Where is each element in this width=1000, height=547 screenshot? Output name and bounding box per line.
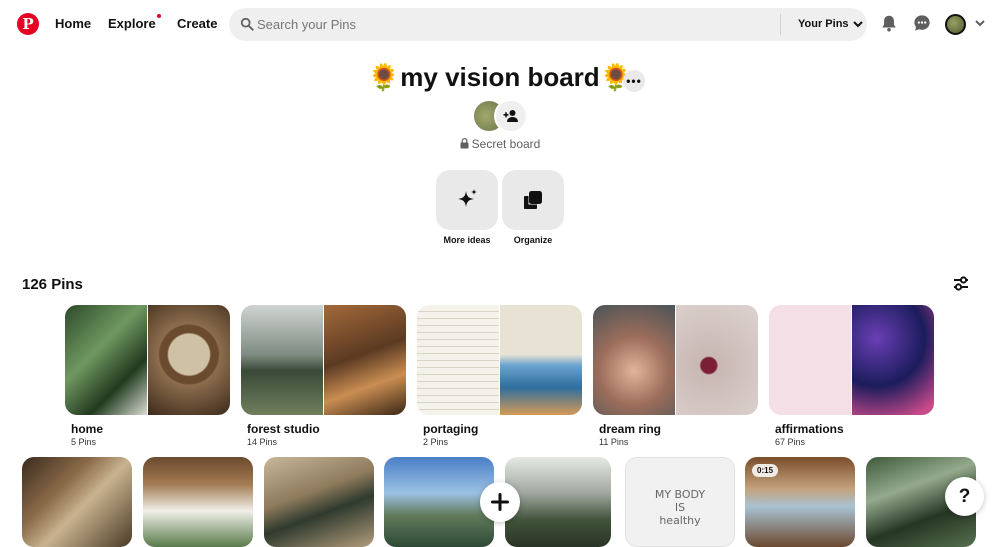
section-cover	[769, 305, 934, 415]
more-options-icon: •••	[626, 74, 642, 88]
help-icon: ?	[958, 485, 971, 507]
search-divider	[780, 14, 781, 35]
video-pin-card[interactable]: 0:15	[745, 457, 855, 547]
notifications-bell-icon[interactable]	[880, 14, 898, 32]
filter-settings-icon[interactable]	[953, 276, 969, 291]
sparkle-icon	[458, 189, 477, 207]
search-scope-label: Your Pins	[798, 18, 849, 30]
pin-card[interactable]	[384, 457, 494, 547]
organize-icon	[524, 191, 542, 209]
section-pin-count: 2 Pins	[423, 437, 449, 447]
board-section-forest-studio[interactable]: forest studio 14 Pins	[241, 305, 406, 447]
section-name: forest studio	[247, 422, 320, 436]
messages-icon[interactable]	[913, 14, 931, 32]
nav-explore[interactable]: Explore	[108, 14, 161, 31]
video-duration-badge: 0:15	[752, 464, 779, 477]
organize-label: Organize	[513, 235, 553, 245]
notification-dot	[156, 14, 161, 18]
section-name: home	[71, 422, 104, 436]
add-person-icon	[503, 110, 518, 122]
pinterest-logo-icon[interactable]: P	[17, 13, 39, 35]
privacy-label: Secret board	[471, 137, 541, 151]
section-cover	[593, 305, 758, 415]
chevron-down-icon	[852, 21, 863, 28]
search-scope-dropdown[interactable]: Your Pins	[798, 18, 863, 30]
section-cover	[65, 305, 230, 415]
plus-icon	[491, 493, 509, 511]
board-section-affirmations[interactable]: affirmations 67 Pins	[769, 305, 934, 447]
board-options-button[interactable]: •••	[623, 70, 645, 92]
pins-count: 126 Pins	[22, 276, 83, 293]
search-input[interactable]	[257, 8, 777, 41]
privacy-status: Secret board	[0, 137, 1000, 151]
pin-card[interactable]	[505, 457, 611, 547]
add-pin-button[interactable]	[480, 482, 520, 522]
organize-button[interactable]	[502, 170, 564, 230]
section-pin-count: 11 Pins	[599, 437, 629, 447]
section-name: affirmations	[775, 422, 844, 436]
section-name: portaging	[423, 422, 479, 436]
pin-card[interactable]	[143, 457, 253, 547]
nav-create[interactable]: Create	[177, 16, 217, 31]
add-collaborator-button[interactable]	[494, 99, 528, 133]
section-name: dream ring	[599, 422, 662, 436]
board-section-dream-ring[interactable]: dream ring 11 Pins	[593, 305, 758, 447]
account-chevron-down-icon[interactable]	[975, 19, 985, 27]
pin-text: MY BODY IS healthy	[654, 488, 706, 528]
section-cover	[241, 305, 406, 415]
board-section-home[interactable]: home 5 Pins	[65, 305, 230, 447]
nav-explore-label: Explore	[108, 16, 156, 31]
pin-card[interactable]	[264, 457, 374, 547]
top-nav: P Home Explore Create Your Pins	[0, 0, 1000, 48]
more-ideas-button[interactable]	[436, 170, 498, 230]
section-pin-count: 14 Pins	[247, 437, 278, 447]
user-avatar[interactable]	[945, 14, 966, 35]
nav-home[interactable]: Home	[55, 16, 91, 31]
board-title: 🌻my vision board🌻	[0, 62, 1000, 93]
section-pin-count: 5 Pins	[71, 437, 97, 447]
pin-card[interactable]: MY BODY IS healthy	[625, 457, 735, 547]
lock-icon	[460, 138, 469, 149]
board-title-text: 🌻my vision board🌻	[367, 62, 633, 92]
search-icon	[240, 17, 254, 31]
section-cover	[417, 305, 582, 415]
section-pin-count: 67 Pins	[775, 437, 806, 447]
search-bar: Your Pins	[229, 8, 867, 41]
pin-card[interactable]	[22, 457, 132, 547]
board-section-portaging[interactable]: portaging 2 Pins	[417, 305, 582, 447]
help-button[interactable]: ?	[945, 477, 984, 516]
